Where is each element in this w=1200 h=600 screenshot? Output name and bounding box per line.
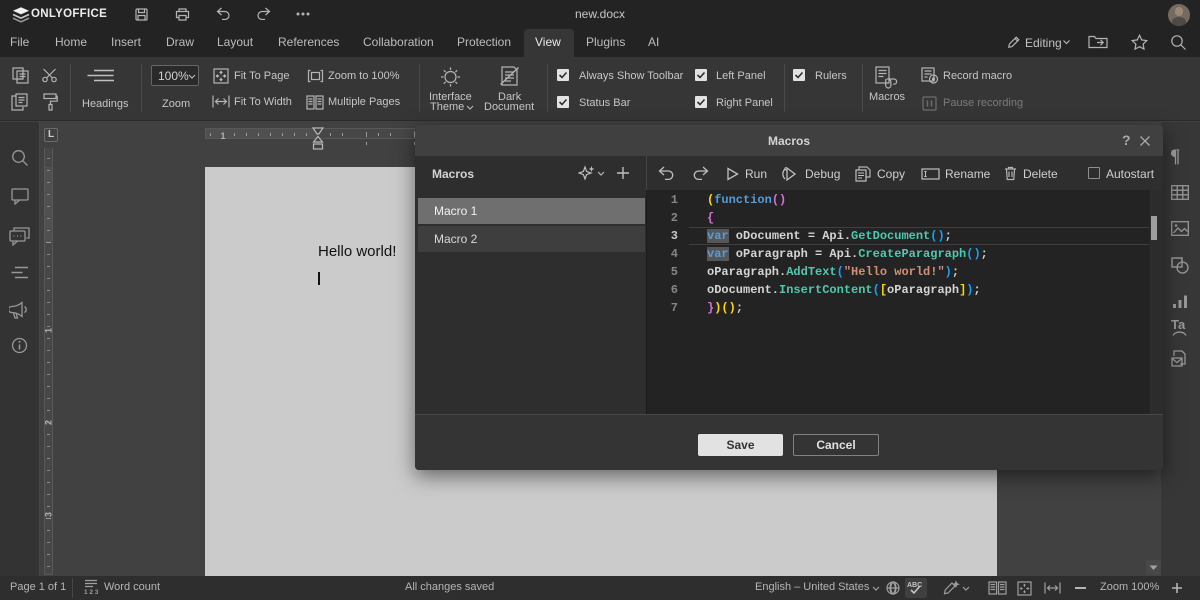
svg-text:1 2 3: 1 2 3: [84, 589, 98, 595]
svg-text:2: 2: [44, 420, 54, 425]
svg-text:1: 1: [221, 131, 226, 141]
svg-text:3: 3: [44, 512, 54, 517]
svg-text:ABC: ABC: [907, 582, 922, 589]
svg-text:1: 1: [44, 328, 54, 333]
